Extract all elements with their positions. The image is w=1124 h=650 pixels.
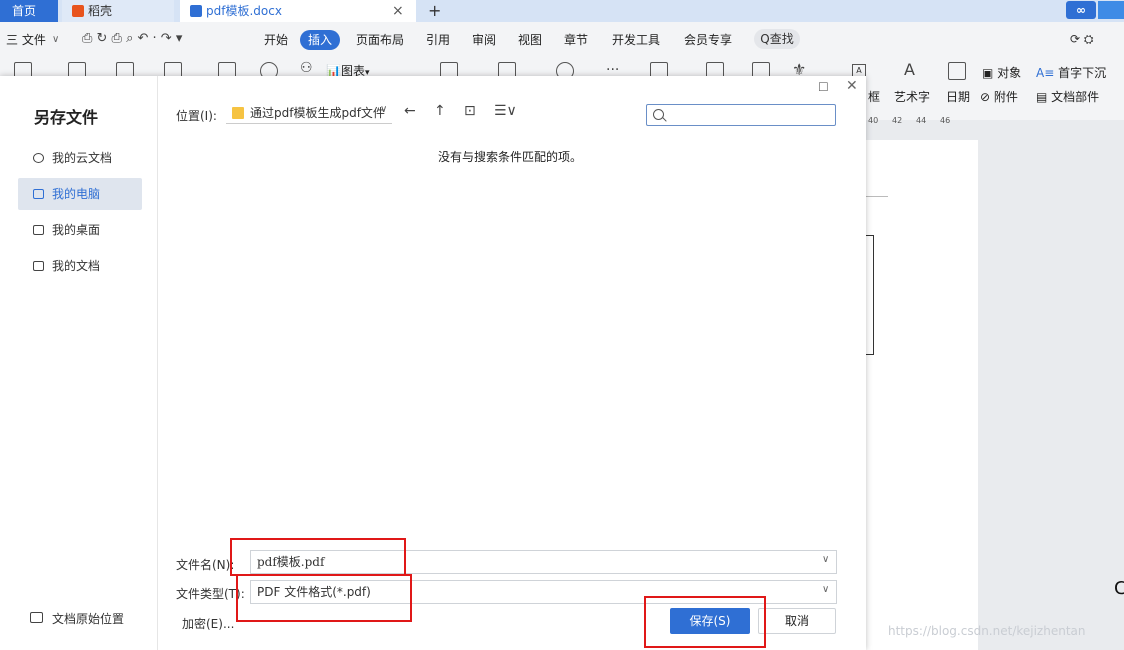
desktop-icon	[33, 225, 44, 235]
menu-start[interactable]: 开始	[264, 32, 288, 48]
view-mode-icon[interactable]: ☰∨	[494, 103, 517, 119]
new-folder-icon[interactable]: ⊡	[464, 103, 476, 119]
menu-layout[interactable]: 页面布局	[356, 32, 404, 48]
chevron-down-icon[interactable]: ∨	[52, 34, 59, 45]
textbox-button[interactable]: 框	[868, 88, 880, 105]
nav-label: 我的文档	[52, 259, 101, 273]
original-location-link[interactable]: 文档原始位置	[30, 610, 124, 627]
encrypt-link[interactable]: 加密(E)...	[182, 615, 234, 632]
date-button[interactable]: 日期	[946, 88, 970, 105]
back-arrow-icon[interactable]: ←	[404, 103, 416, 119]
highlight-box-filetype	[236, 574, 412, 622]
docparts-label: 文档部件	[1051, 90, 1100, 104]
menu-reference[interactable]: 引用	[426, 32, 450, 48]
ruler-tick: 46	[940, 116, 951, 125]
close-icon[interactable]: ✕	[846, 78, 858, 94]
save-as-dialog: 另存文件 我的云文档 我的电脑 我的桌面 我的文档 文档原始位置 位置(I): …	[0, 76, 866, 650]
tab-document[interactable]: pdf模板.docx	[180, 0, 416, 22]
object-icon: ▣	[982, 66, 998, 80]
highlight-box-save	[644, 596, 766, 648]
docparts-icon: ▤	[1036, 90, 1052, 104]
menu-view[interactable]: 视图	[518, 32, 542, 48]
ruler-tick: 42	[892, 116, 903, 125]
dialog-title: 另存文件	[34, 108, 99, 127]
object-label: 对象	[997, 66, 1022, 80]
highlight-box-filename	[230, 538, 406, 576]
filename-label: 文件名(N):	[176, 558, 235, 572]
folder-icon	[232, 107, 244, 119]
nav-my-documents[interactable]: 我的文档	[18, 250, 142, 282]
cloud-sync-icon[interactable]: ∞	[1066, 1, 1096, 19]
menu-insert[interactable]: 插入	[300, 30, 340, 50]
document-page[interactable]	[860, 140, 978, 650]
documents-icon	[33, 261, 44, 271]
paperclip-icon: ⊘	[980, 90, 994, 104]
chevron-down-icon[interactable]: ∨	[822, 584, 829, 595]
original-location-label: 文档原始位置	[52, 612, 125, 626]
filetype-label: 文件类型(T):	[176, 587, 245, 601]
dropcap-button[interactable]: A≡ 首字下沉	[1036, 64, 1106, 81]
search-input[interactable]	[646, 104, 836, 126]
computer-icon	[33, 189, 44, 199]
new-tab-icon[interactable]: +	[428, 0, 441, 22]
object-button[interactable]: ▣ 对象	[982, 64, 1021, 81]
tab-daoke[interactable]: 稻壳	[62, 0, 174, 22]
tab-daoke-label: 稻壳	[88, 4, 113, 18]
daoke-logo-icon	[72, 5, 84, 17]
wordart-icon[interactable]: A	[904, 60, 915, 79]
empty-results-message: 没有与搜索条件匹配的项。	[437, 150, 582, 164]
docparts-button[interactable]: ▤ 文档部件	[1036, 88, 1099, 105]
chevron-down-icon[interactable]: ∨	[380, 104, 387, 115]
tab-close-icon[interactable]: ×	[392, 0, 404, 22]
location-label: 位置(I):	[176, 109, 217, 123]
ruler-tick: 40	[868, 116, 879, 125]
cancel-button[interactable]: 取消	[758, 608, 836, 634]
watermark-text: https://blog.csdn.net/kejizhentan	[888, 624, 1086, 638]
search-icon	[653, 109, 664, 120]
folder-icon	[30, 612, 43, 623]
dropcap-label: 首字下沉	[1058, 66, 1107, 80]
chevron-down-icon[interactable]: ∨	[822, 554, 829, 565]
tab-home[interactable]: 首页	[0, 0, 58, 22]
menu-file[interactable]: 三 文件	[6, 32, 46, 48]
menu-member[interactable]: 会员专享	[684, 32, 732, 48]
icons-icon[interactable]: ⚇	[300, 60, 313, 76]
nav-label: 我的桌面	[52, 223, 101, 237]
wordart-button[interactable]: 艺术字	[894, 88, 930, 105]
up-arrow-icon[interactable]: ↑	[434, 103, 446, 119]
nav-my-desktop[interactable]: 我的桌面	[18, 214, 142, 246]
menu-find[interactable]: Q查找	[754, 29, 800, 49]
maximize-icon[interactable]: ☐	[818, 80, 829, 94]
cursor-glyph: C	[1114, 578, 1124, 599]
tab-document-label: pdf模板.docx	[206, 4, 282, 18]
word-doc-icon	[190, 5, 202, 17]
attachment-label: 附件	[993, 90, 1018, 104]
share-icon[interactable]: ⟳ ⛭	[1070, 32, 1093, 47]
nav-my-computer[interactable]: 我的电脑	[18, 178, 142, 210]
location-path-dropdown[interactable]: 通过pdf模板生成pdf文件	[226, 102, 392, 124]
menu-review[interactable]: 审阅	[472, 32, 496, 48]
menu-section[interactable]: 章节	[564, 32, 588, 48]
attachment-button[interactable]: ⊘ 附件	[980, 88, 1018, 105]
ruler-tick: 44	[916, 116, 927, 125]
calendar-icon[interactable]	[948, 62, 966, 80]
menu-devtools[interactable]: 开发工具	[612, 32, 660, 48]
nav-label: 我的电脑	[52, 187, 101, 201]
dropcap-icon: A≡	[1036, 66, 1059, 80]
login-button[interactable]	[1098, 1, 1124, 19]
ruler: 40 42 44 46	[860, 116, 980, 130]
quick-access-icons[interactable]: ⎙ ↻ ⎙ ⌕ ↶ · ↷ ▾	[82, 31, 182, 46]
